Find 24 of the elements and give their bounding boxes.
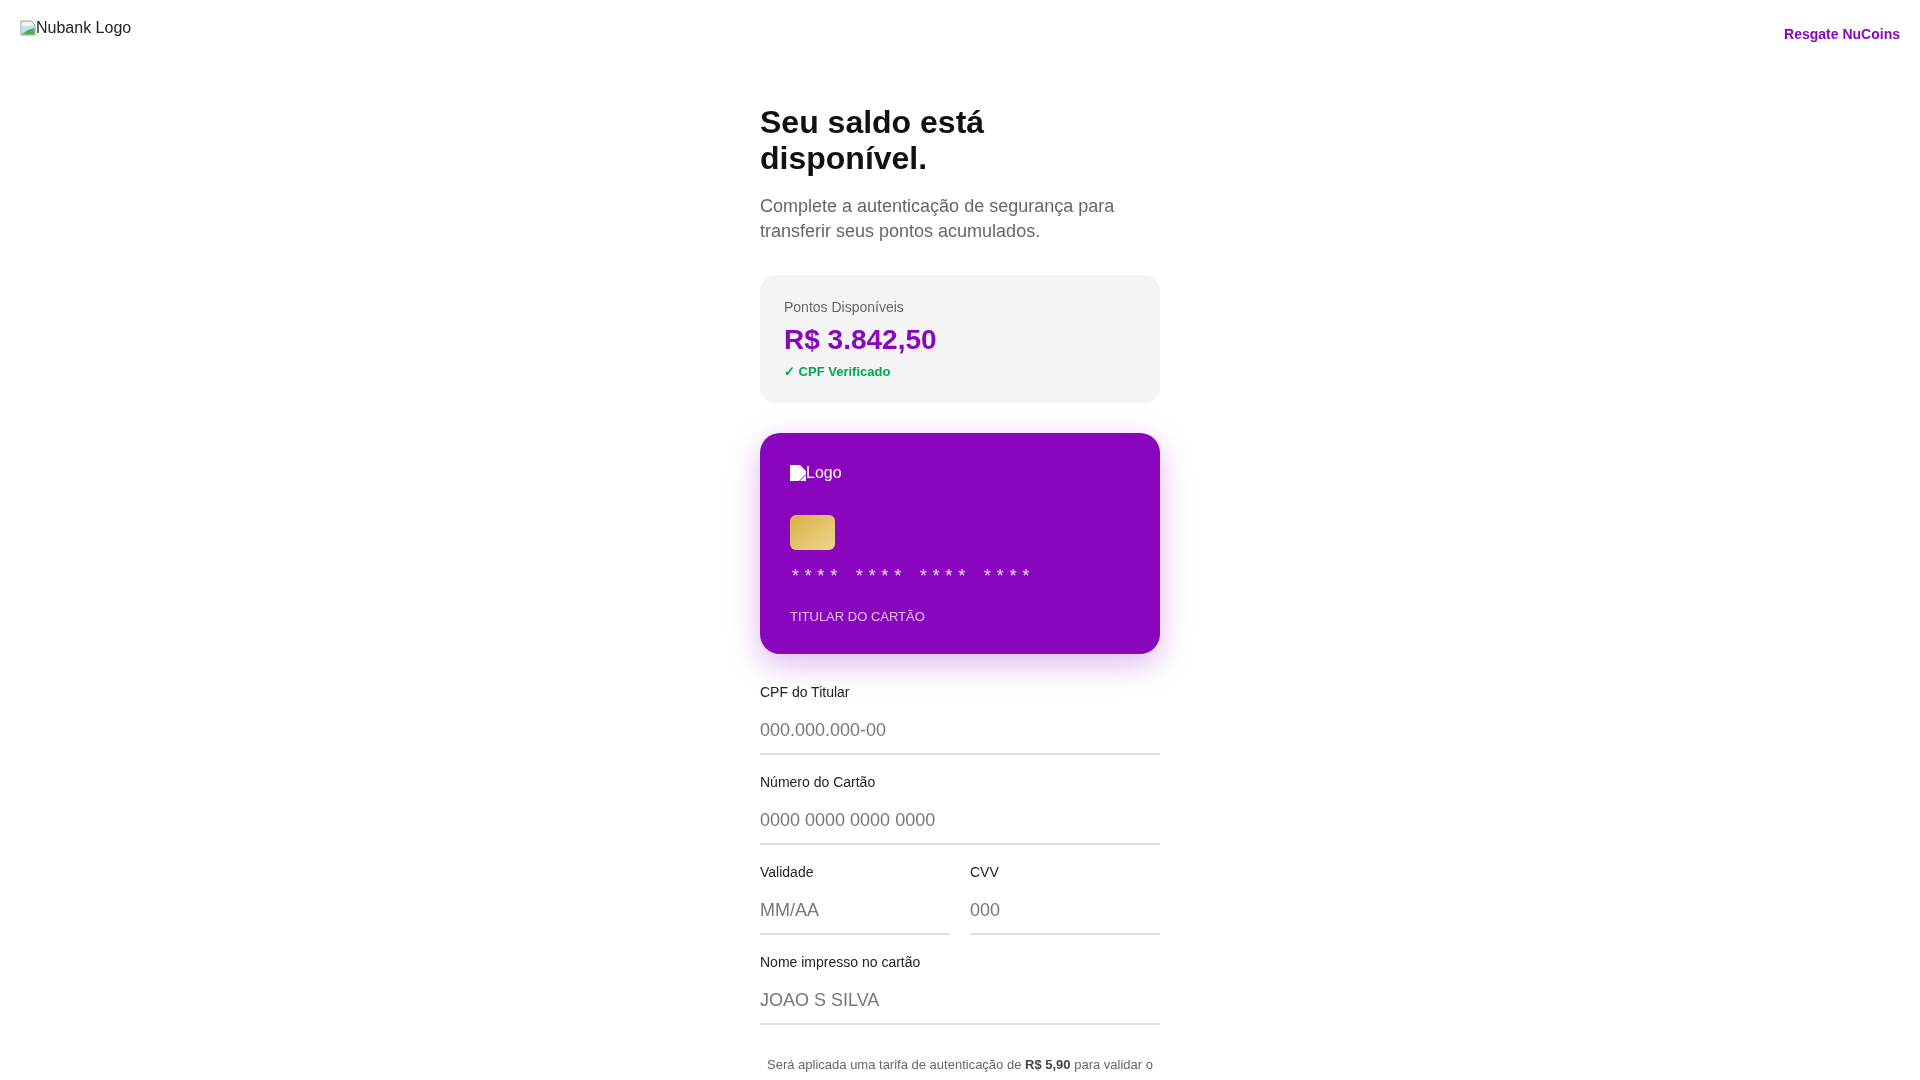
logo-alt-text: Logo xyxy=(806,463,842,483)
field-label: Número do Cartão xyxy=(760,773,877,792)
resgate-link[interactable]: Resgate NuCoins xyxy=(1784,24,1900,44)
broken-image-icon xyxy=(20,20,36,36)
fee-notice: Será aplicada uma tarifa de autenticação de R$ 5,90 para validar o xyxy=(766,1056,1154,1074)
balance-amount: R$ 3.842,50 xyxy=(784,323,938,357)
field-label: CPF do Titular xyxy=(760,683,851,702)
page-subtitle: Complete a autenticação de segurança para transferir seus pontos acumulados. xyxy=(760,195,1116,243)
input-field[interactable]: 0000 0000 0000 0000 xyxy=(760,800,1160,845)
input-field[interactable]: JOAO S SILVA xyxy=(760,980,1160,1025)
masked-card-number: **** **** **** **** xyxy=(790,566,1034,589)
field-label: CVV xyxy=(970,863,1000,882)
page-title: Seu saldo está disponível. xyxy=(760,104,986,176)
logo-alt-text: Nubank Logo xyxy=(36,18,132,38)
field-label: Validade xyxy=(760,863,815,882)
verified-status: ✓ CPF Verificado xyxy=(784,363,892,381)
balance-label: Pontos Disponíveis xyxy=(784,298,905,317)
input-field[interactable]: MM/AA xyxy=(760,890,950,935)
card-holder-text: TITULAR DO CARTÃO xyxy=(790,608,925,626)
field-label: Nome impresso no cartão xyxy=(760,953,922,972)
input-field[interactable]: 000 xyxy=(970,890,1160,935)
input-field[interactable]: 000.000.000-00 xyxy=(760,710,1160,755)
chip-icon xyxy=(790,515,835,550)
broken-image-icon xyxy=(790,465,806,481)
